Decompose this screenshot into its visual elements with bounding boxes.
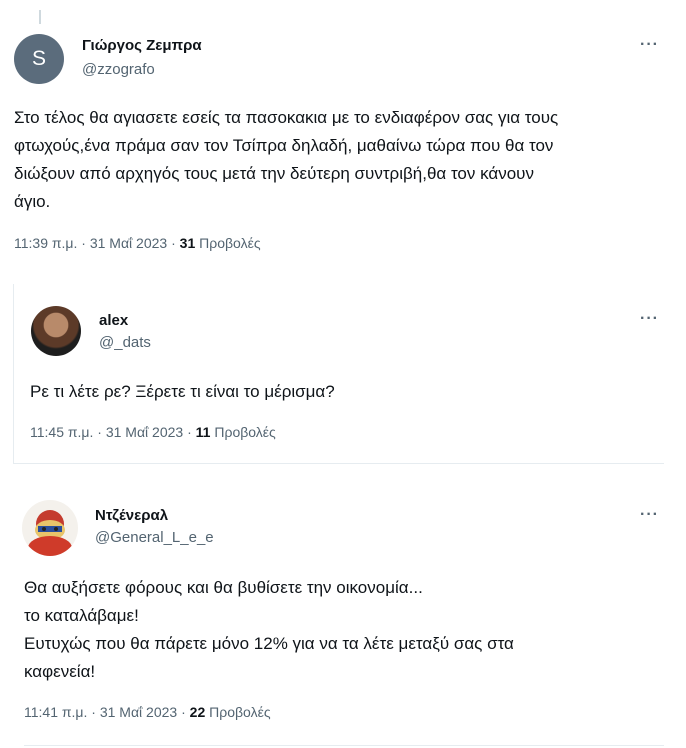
views-count: 31	[179, 235, 196, 251]
meta-separator: ·	[187, 424, 192, 440]
more-options-icon[interactable]: ···	[640, 506, 659, 524]
tweet-reply[interactable]: Ντζένεραλ @General_L_e_e ··· Θα αυξήσετε…	[0, 464, 686, 748]
tweet-date[interactable]: 31 Μαΐ 2023	[106, 424, 183, 440]
views-count: 11	[195, 424, 211, 440]
tweet-text: Θα αυξήσετε φόρους και θα βυθίσετε την ο…	[24, 578, 514, 681]
views-label: Προβολές	[214, 424, 276, 440]
more-options-icon[interactable]: ···	[640, 36, 659, 54]
meta-separator: ·	[91, 704, 96, 720]
author-name[interactable]: Γιώργος Ζεμπρα	[82, 37, 202, 54]
author-name[interactable]: alex	[99, 312, 128, 329]
more-options-icon[interactable]: ···	[640, 310, 659, 328]
tweet-time[interactable]: 11:41 π.μ.	[24, 704, 87, 720]
tweet-time[interactable]: 11:45 π.μ.	[30, 424, 93, 440]
avatar-image	[28, 510, 72, 556]
tweet-date[interactable]: 31 Μαΐ 2023	[90, 235, 167, 251]
tweet-time[interactable]: 11:39 π.μ.	[14, 235, 77, 251]
meta-separator: ·	[81, 235, 86, 251]
tweet-date[interactable]: 31 Μαΐ 2023	[100, 704, 177, 720]
tweet-reply[interactable]: alex @_dats ··· Ρε τι λέτε ρε? Ξέρετε τι…	[14, 284, 686, 462]
views-label: Προβολές	[199, 235, 261, 251]
tweet-meta: 11:39 π.μ. · 31 Μαΐ 2023 · 31 Προβολές	[14, 235, 261, 251]
tweet-meta: 11:45 π.μ. · 31 Μαΐ 2023 · 11 Προβολές	[30, 424, 276, 440]
tweet-main[interactable]: S Γιώργος Ζεμπρα @zzografo ··· Στο τέλος…	[0, 0, 686, 265]
author-handle[interactable]: @zzografo	[82, 61, 155, 78]
avatar[interactable]	[22, 500, 78, 556]
tweet-text: Ρε τι λέτε ρε? Ξέρετε τι είναι το μέρισμ…	[30, 382, 335, 401]
divider	[24, 745, 664, 746]
avatar[interactable]	[31, 306, 81, 356]
meta-separator: ·	[171, 235, 176, 251]
avatar[interactable]: S	[14, 34, 64, 84]
views-label: Προβολές	[209, 704, 271, 720]
tweet-meta: 11:41 π.μ. · 31 Μαΐ 2023 · 22 Προβολές	[24, 704, 271, 720]
avatar-letter: S	[31, 47, 46, 70]
author-handle[interactable]: @General_L_e_e	[95, 529, 214, 546]
meta-separator: ·	[181, 704, 186, 720]
author-name[interactable]: Ντζένεραλ	[95, 507, 168, 524]
author-handle[interactable]: @_dats	[99, 334, 151, 351]
views-count: 22	[189, 704, 206, 720]
meta-separator: ·	[97, 424, 102, 440]
tweet-text: Στο τέλος θα αγιασετε εσείς τα πασοκακια…	[14, 108, 559, 211]
